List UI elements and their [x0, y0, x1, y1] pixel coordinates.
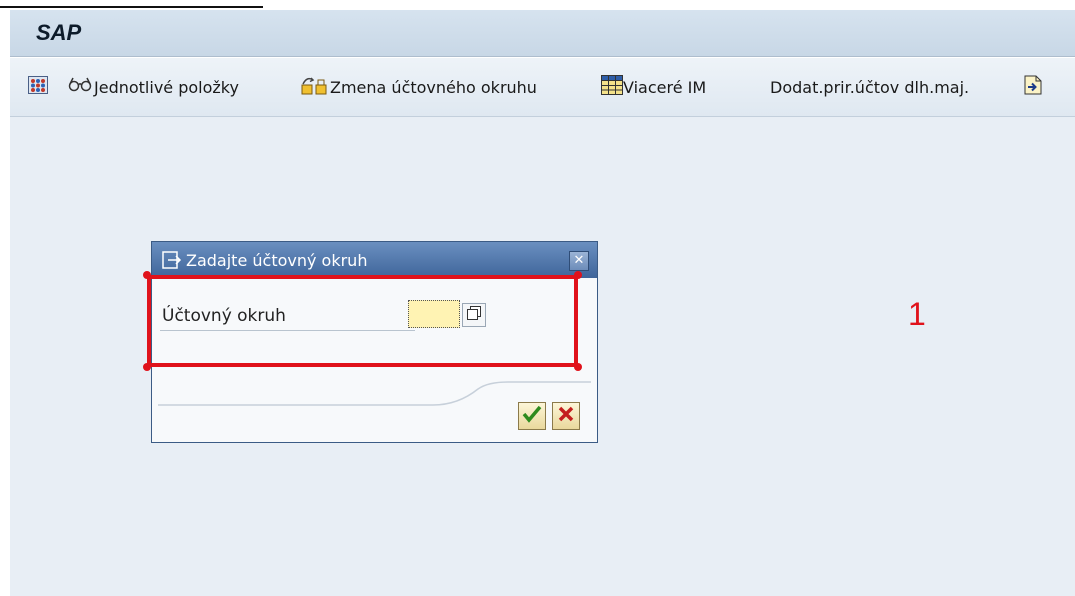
overview-grid-icon: [28, 76, 48, 98]
export-document-button[interactable]: [1024, 75, 1042, 99]
cancel-button[interactable]: [552, 402, 580, 430]
single-items-label: Jednotlivé položky: [94, 77, 239, 97]
annotation-corner-dot: [143, 271, 151, 279]
multiple-im-label: Viaceré IM: [623, 77, 707, 97]
glasses-icon: [68, 76, 94, 98]
change-company-code-label: Zmena účtovného okruhu: [330, 77, 537, 97]
dialog-enter-icon: [162, 251, 182, 269]
check-icon: [522, 405, 542, 427]
multiple-im-button[interactable]: Viaceré IM: [601, 75, 707, 99]
window-title: SAP: [36, 20, 82, 45]
dialog-title: Zadajte účtovný okruh: [186, 250, 368, 270]
dialog-title-bar[interactable]: Zadajte účtovný okruh ✕: [152, 242, 597, 278]
annotation-corner-dot: [143, 363, 151, 371]
supplement-assignment-button[interactable]: Dodat.prir.účtov dlh.maj.: [770, 76, 969, 98]
confirm-button[interactable]: [518, 402, 546, 430]
overview-button[interactable]: [28, 76, 48, 98]
title-bar: SAP: [10, 10, 1075, 57]
annotation-corner-dot: [574, 271, 582, 279]
change-company-code-icon: [300, 75, 330, 99]
application-toolbar: Jednotlivé položky Zmena účtovného okruh…: [10, 58, 1075, 117]
annotation-highlight-box: [147, 275, 578, 367]
close-icon[interactable]: ✕: [569, 251, 589, 271]
top-black-line: [0, 6, 263, 8]
single-items-button[interactable]: Jednotlivé položky: [68, 76, 239, 98]
table-icon: [601, 75, 623, 99]
annotation-corner-dot: [574, 363, 582, 371]
document-export-icon: [1024, 75, 1042, 99]
annotation-number: 1: [908, 296, 926, 332]
change-company-code-button[interactable]: Zmena účtovného okruhu: [300, 76, 537, 98]
cancel-x-icon: [557, 405, 575, 427]
supplement-assignment-label: Dodat.prir.účtov dlh.maj.: [770, 77, 970, 97]
